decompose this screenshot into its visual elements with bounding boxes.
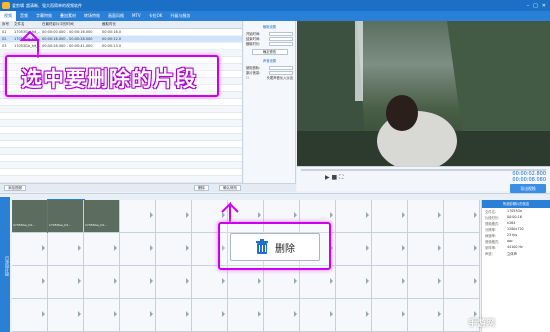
callout-text: 选中要删除的片段	[21, 67, 197, 91]
select-clip-callout: 选中要删除的片段	[5, 55, 219, 97]
annotation-arrows	[19, 30, 239, 222]
watermark: 手游网	[468, 319, 496, 329]
delete-button-label: 删除	[275, 243, 295, 255]
arrow-to-delete-button	[221, 201, 239, 222]
delete-callout: 删除	[218, 222, 331, 270]
delete-button-zoom[interactable]: 删除	[230, 233, 320, 261]
trash-icon	[256, 239, 268, 254]
